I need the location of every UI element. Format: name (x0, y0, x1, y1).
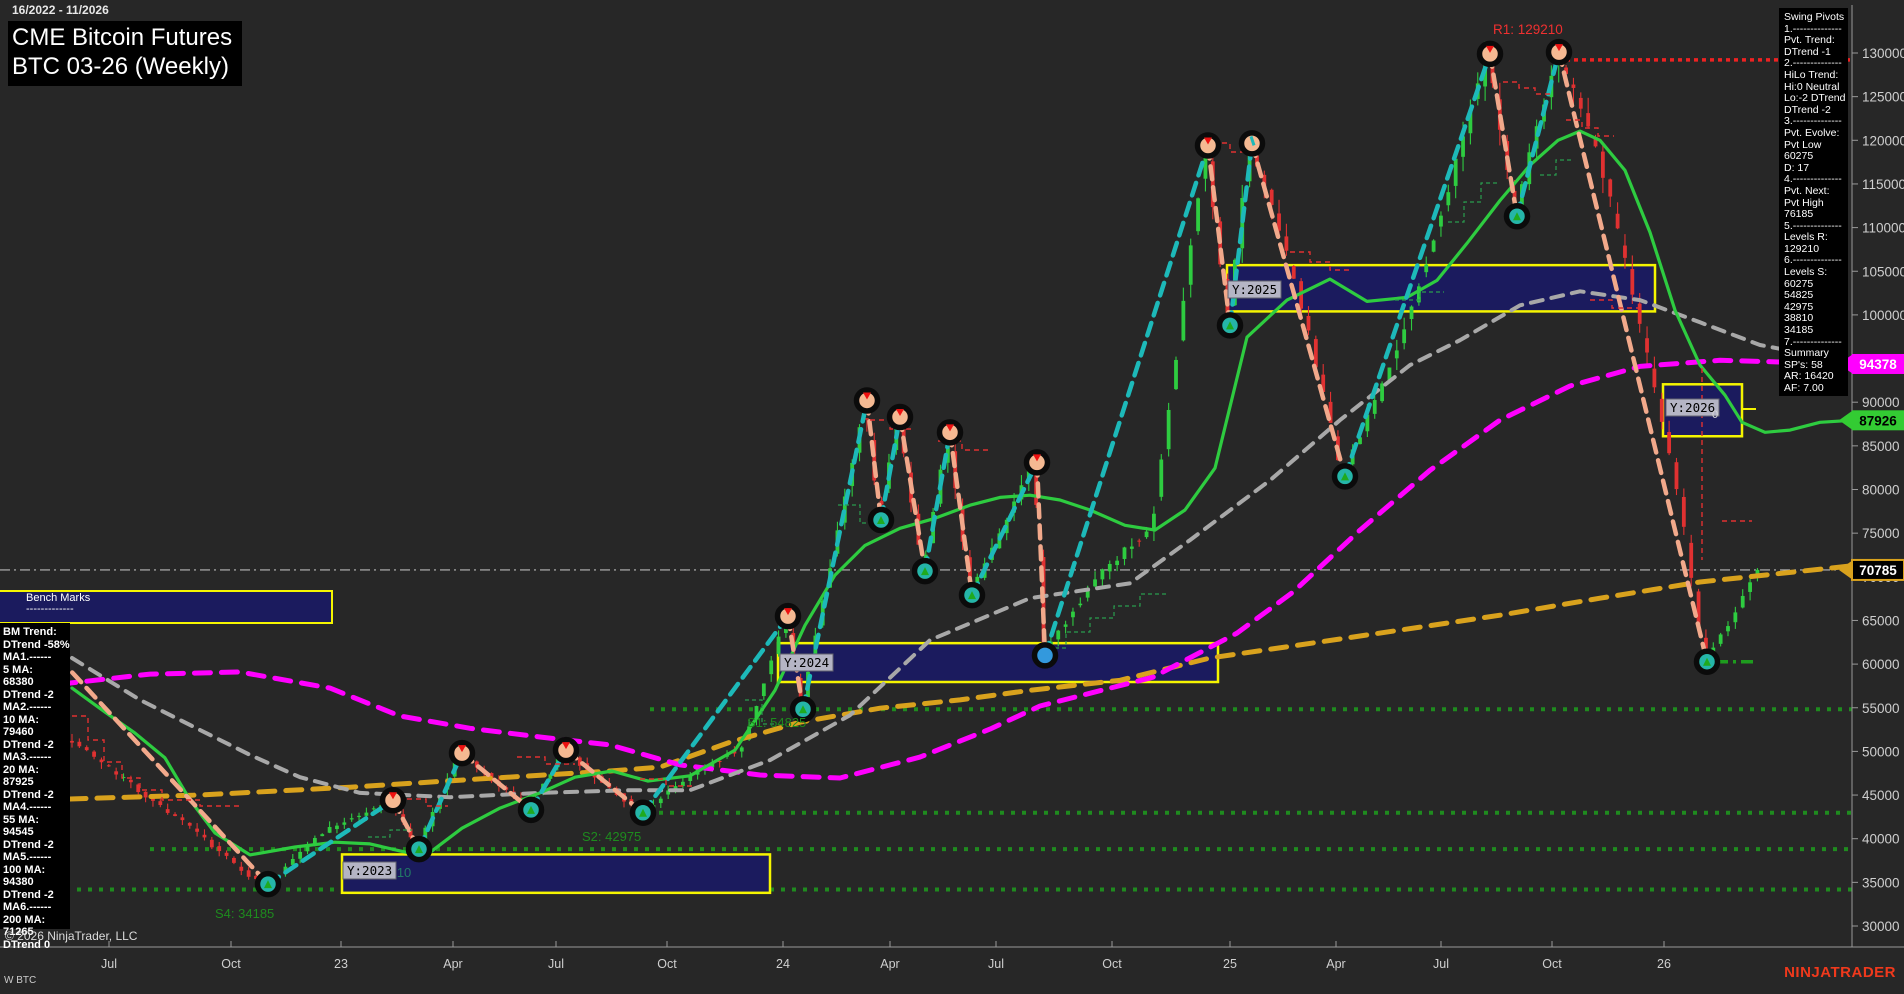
panel-line: 94545 (3, 826, 34, 838)
panel-line: 200 MA: (3, 913, 46, 926)
price-axis-label: 55000 (1862, 701, 1900, 716)
time-axis-label: Oct (1102, 957, 1122, 971)
price-axis-label: 85000 (1862, 439, 1900, 454)
panel-line: MA3.------ (3, 751, 52, 763)
panel-line: 55 MA: (3, 813, 40, 826)
chart-background (0, 0, 1904, 994)
panel-line: ------------- (26, 603, 74, 615)
price-axis-label: 35000 (1862, 875, 1900, 890)
price-axis-label: 120000 (1862, 133, 1904, 148)
panel-line: Lo:-2 DTrend (1784, 92, 1846, 105)
year-chip-label: Y:2025 (1232, 282, 1277, 297)
instrument-label: W BTC (4, 975, 37, 986)
price-tag-value: 87926 (1859, 413, 1897, 428)
panel-line: 5 MA: (3, 663, 33, 676)
resistance-level-label: R1: 129210 (1493, 22, 1563, 37)
panel-line: Swing Pivots (1784, 11, 1845, 23)
panel-line: 79460 (3, 726, 34, 738)
panel-line: 87925 (3, 776, 34, 788)
panel-line: DTrend -2 (3, 838, 54, 851)
time-axis-label: 25 (1223, 957, 1237, 971)
chart-window: S1: 54825S2: 42975S3: 38810S4: 34185R1: … (0, 0, 1904, 994)
price-axis-label: 50000 (1862, 744, 1900, 759)
price-axis-label: 130000 (1862, 46, 1904, 61)
time-axis-label: Jul (988, 957, 1004, 971)
panel-line: DTrend -2 (3, 888, 54, 901)
bench-marks-header: Bench Marks ------------- (26, 593, 90, 615)
support-level-label: S2: 42975 (582, 829, 641, 844)
price-tag-value: 70785 (1859, 563, 1897, 578)
support-level-label: S1: 54825 (747, 715, 806, 730)
time-axis-label: Oct (221, 957, 241, 971)
swing-low-marker (1031, 642, 1059, 669)
price-axis-label: 45000 (1862, 788, 1900, 803)
price-axis-label: 90000 (1862, 395, 1900, 410)
panel-line: 76185 (1784, 208, 1814, 221)
panel-line: DTrend -2 (3, 738, 54, 751)
panel-line: MA1.------ (3, 651, 52, 663)
chart-title-box: CME Bitcoin Futures BTC 03-26 (Weekly) (8, 21, 242, 86)
panel-line: 68380 (3, 676, 34, 688)
panel-line: MA6.------ (3, 901, 52, 913)
bench-marks-panel: BM Trend: DTrend -58% MA1.------ 5 MA: 68380… (0, 623, 70, 951)
price-axis-label: 60000 (1862, 657, 1900, 672)
panel-line: AF: 7.00 (1784, 382, 1824, 394)
panel-line: DTrend -2 (3, 688, 54, 701)
time-axis-label: Oct (1542, 957, 1562, 971)
time-axis-label: Apr (1326, 957, 1345, 971)
panel-line: MA4.------ (3, 801, 52, 813)
fib-zero-label: 0 (1712, 409, 1718, 421)
time-axis-label: Jul (101, 957, 117, 971)
swing-pivots-panel: Swing Pivots 1.-------------- Pvt. Trend: D… (1779, 8, 1848, 396)
panel-line: MA5.------ (3, 851, 52, 863)
panel-line: 94380 (3, 876, 34, 888)
price-axis-label: 125000 (1862, 90, 1904, 105)
chart-title-line1: CME Bitcoin Futures (12, 24, 233, 51)
panel-line: Pvt. Evolve: (1784, 126, 1840, 139)
panel-line: 10 MA: (3, 713, 40, 726)
price-axis-label: 75000 (1862, 526, 1900, 541)
time-axis-label: 26 (1657, 957, 1671, 971)
year-chip-label: Y:2024 (784, 655, 829, 670)
price-axis-label: 65000 (1862, 613, 1900, 628)
panel-line: DTrend -2 (3, 788, 54, 801)
time-axis-label: Apr (880, 957, 899, 971)
panel-line: DTrend -58% (3, 638, 70, 651)
price-axis-label: 115000 (1862, 177, 1904, 192)
time-axis-label: Oct (657, 957, 677, 971)
panel-line: BM Trend: (3, 626, 57, 638)
date-range-label: 16/2022 - 11/2026 (12, 3, 109, 17)
price-axis-label: 80000 (1862, 483, 1900, 498)
support-level-label: S4: 34185 (215, 906, 274, 921)
price-axis-label: 105000 (1862, 264, 1904, 279)
year-chip-label: Y:2026 (1670, 400, 1715, 415)
panel-line: 100 MA: (3, 863, 46, 876)
panel-line: MA2.------ (3, 701, 52, 713)
year-chip-label: Y:2023 (347, 863, 392, 878)
time-axis-label: 23 (334, 957, 348, 971)
panel-line: 60275 (1784, 150, 1814, 163)
time-axis-label: Jul (1433, 957, 1449, 971)
price-axis-label: 110000 (1862, 221, 1904, 236)
panel-line: 20 MA: (3, 763, 40, 776)
time-axis-label: Jul (548, 957, 564, 971)
price-axis-label: 100000 (1862, 308, 1904, 323)
chart-title-line2: BTC 03-26 (Weekly) (12, 53, 229, 80)
price-chart-canvas[interactable]: S1: 54825S2: 42975S3: 38810S4: 34185R1: … (0, 0, 1904, 994)
time-axis-label: Apr (443, 957, 462, 971)
panel-line: Pvt. Next: (1784, 184, 1830, 197)
panel-line: HiLo Trend: (1784, 68, 1839, 81)
ninjatrader-logo: NINJATRADER (1784, 964, 1896, 981)
panel-line: Levels S: (1784, 266, 1828, 279)
price-axis-label: 40000 (1862, 832, 1900, 847)
time-axis-label: 24 (776, 957, 790, 971)
panel-line: 34185 (1784, 324, 1814, 337)
price-axis-label: 30000 (1862, 919, 1900, 934)
benchmark-year-box: Bench Marks ------------- (0, 590, 333, 624)
copyright-label: © 2026 NinjaTrader, LLC (5, 929, 138, 943)
price-tag-value: 94378 (1859, 357, 1897, 372)
